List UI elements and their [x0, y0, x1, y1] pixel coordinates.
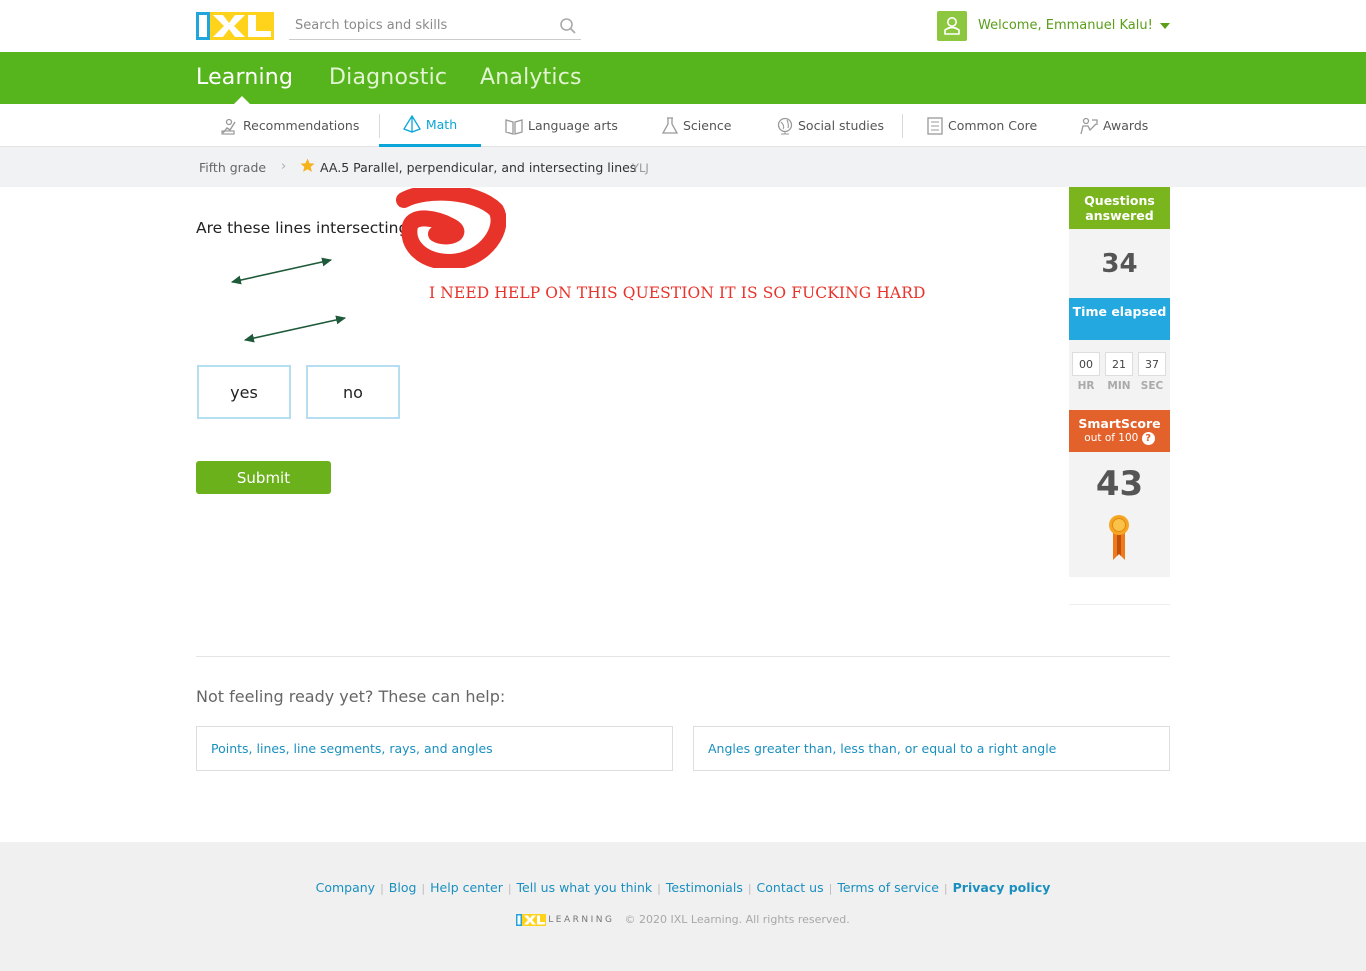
star-icon — [300, 158, 315, 172]
ixl-footer-logo — [516, 913, 547, 926]
help-card-link[interactable]: Angles greater than, less than, or equal… — [693, 726, 1170, 771]
lines-figure — [230, 257, 347, 343]
divider — [196, 656, 1170, 657]
globe-icon — [777, 117, 793, 135]
separator: | — [657, 882, 661, 895]
footer-link-company[interactable]: Company — [316, 880, 375, 895]
divider — [902, 114, 903, 138]
subject-science[interactable]: Science — [662, 104, 731, 147]
answer-yes-button[interactable]: yes — [197, 365, 291, 419]
welcome-menu[interactable]: Welcome, Emmanuel Kalu! — [978, 18, 1153, 33]
subject-label: Social studies — [798, 118, 884, 133]
footer-link-terms[interactable]: Terms of service — [837, 880, 939, 895]
separator: | — [747, 882, 752, 895]
chevron-right-icon: › — [281, 159, 287, 174]
user-icon — [944, 17, 960, 35]
smartscore-sub: out of 100 ? — [1069, 431, 1170, 446]
answer-no-button[interactable]: no — [306, 365, 400, 419]
help-section-title: Not feeling ready yet? These can help: — [196, 687, 506, 706]
main-nav: Learning Diagnostic Analytics — [0, 52, 1366, 104]
separator: | — [507, 882, 512, 895]
footer-link-contact[interactable]: Contact us — [757, 880, 824, 895]
timer-seconds-label: SEC — [1140, 380, 1164, 392]
footer-link-testimonials[interactable]: Testimonials — [666, 880, 743, 895]
footer-copyright: LEARNING © 2020 IXL Learning. All rights… — [0, 913, 1366, 926]
list-icon — [927, 116, 943, 135]
breadcrumb: Fifth grade › AA.5 Parallel, perpendicul… — [0, 147, 1366, 187]
smartscore-header: SmartScore out of 100 ? — [1069, 410, 1170, 452]
questions-answered-value: 34 — [1069, 229, 1170, 298]
flask-icon — [662, 116, 678, 134]
separator: | — [943, 882, 948, 895]
stats-panel: Questions answered 34 Time elapsed 00 21… — [1069, 187, 1170, 577]
footer-logo-word: LEARNING — [548, 914, 615, 925]
submit-button[interactable]: Submit — [196, 461, 331, 494]
smartscore-body: 43 — [1069, 452, 1170, 577]
footer-link-privacy[interactable]: Privacy policy — [953, 880, 1051, 895]
book-icon — [505, 118, 523, 135]
divider — [1069, 604, 1170, 605]
timer-seconds: 37 — [1138, 352, 1166, 376]
separator: | — [421, 882, 426, 895]
help-icon[interactable]: ? — [1141, 432, 1155, 445]
subject-awards[interactable]: Awards — [1080, 104, 1148, 147]
time-elapsed-label: Time elapsed — [1069, 298, 1170, 340]
subject-label: Language arts — [528, 118, 618, 133]
ribbon-medal-icon — [1109, 515, 1129, 560]
subject-label: Common Core — [948, 118, 1038, 133]
copyright-text: © 2020 IXL Learning. All rights reserved… — [624, 913, 850, 926]
help-annotation-text: I NEED HELP ON THIS QUESTION IT IS SO FU… — [429, 284, 926, 302]
smartscore-value: 43 — [1095, 464, 1144, 504]
line-1 — [230, 257, 333, 285]
red-scribble-annotation — [396, 188, 506, 268]
search-bar — [289, 12, 581, 40]
ixl-logo[interactable] — [196, 12, 274, 40]
subject-label: Awards — [1103, 118, 1149, 133]
footer-link-blog[interactable]: Blog — [389, 880, 417, 895]
user-avatar[interactable] — [937, 11, 967, 41]
subject-label: Science — [683, 118, 732, 133]
smartscore-sub-label: out of 100 — [1084, 432, 1139, 444]
timer-minutes-label: MIN — [1107, 380, 1131, 392]
math-pyramid-icon — [402, 115, 421, 133]
top-header: Welcome, Emmanuel Kalu! — [0, 0, 1366, 52]
footer: Company | Blog | Help center | Tell us what yo… — [0, 842, 1366, 971]
tab-diagnostic[interactable]: Diagnostic — [329, 65, 447, 90]
subject-language-arts[interactable]: Language arts — [505, 104, 618, 147]
question-prompt: Are these lines intersecting? — [196, 219, 417, 237]
awards-icon — [1080, 117, 1098, 134]
footer-links: Company | Blog | Help center | Tell us what yo… — [0, 880, 1366, 895]
smartscore-label: SmartScore — [1078, 416, 1161, 431]
tab-analytics[interactable]: Analytics — [480, 65, 582, 90]
subject-nav: Recommendations Math Language arts Scien… — [0, 104, 1366, 147]
subject-label: Math — [425, 116, 458, 132]
separator: | — [828, 882, 833, 895]
timer-hours: 00 — [1072, 352, 1100, 376]
breadcrumb-grade[interactable]: Fifth grade — [199, 160, 266, 175]
subject-label: Recommendations — [243, 118, 360, 133]
subject-social-studies[interactable]: Social studies — [777, 104, 884, 147]
subject-common-core[interactable]: Common Core — [927, 104, 1037, 147]
search-icon[interactable] — [559, 17, 577, 35]
timer: 00 21 37 HR MIN SEC — [1069, 340, 1170, 410]
search-input[interactable] — [289, 12, 549, 38]
subject-math[interactable]: Math — [379, 104, 481, 147]
chevron-down-icon[interactable] — [1160, 23, 1170, 29]
separator: | — [380, 882, 384, 895]
footer-link-help-center[interactable]: Help center — [430, 880, 503, 895]
line-2 — [243, 315, 347, 343]
footer-link-feedback[interactable]: Tell us what you think — [517, 880, 653, 895]
questions-answered-label: Questions answered — [1069, 187, 1170, 229]
active-tab-pointer — [234, 96, 250, 104]
tab-learning[interactable]: Learning — [196, 65, 293, 90]
skill-code: YLJ — [632, 161, 649, 175]
timer-minutes: 21 — [1105, 352, 1133, 376]
recommendations-icon — [221, 118, 236, 135]
subject-recommendations[interactable]: Recommendations — [220, 104, 359, 147]
breadcrumb-skill: AA.5 Parallel, perpendicular, and inters… — [320, 160, 637, 175]
timer-hours-label: HR — [1077, 380, 1095, 392]
help-card-link[interactable]: Points, lines, line segments, rays, and … — [196, 726, 673, 771]
